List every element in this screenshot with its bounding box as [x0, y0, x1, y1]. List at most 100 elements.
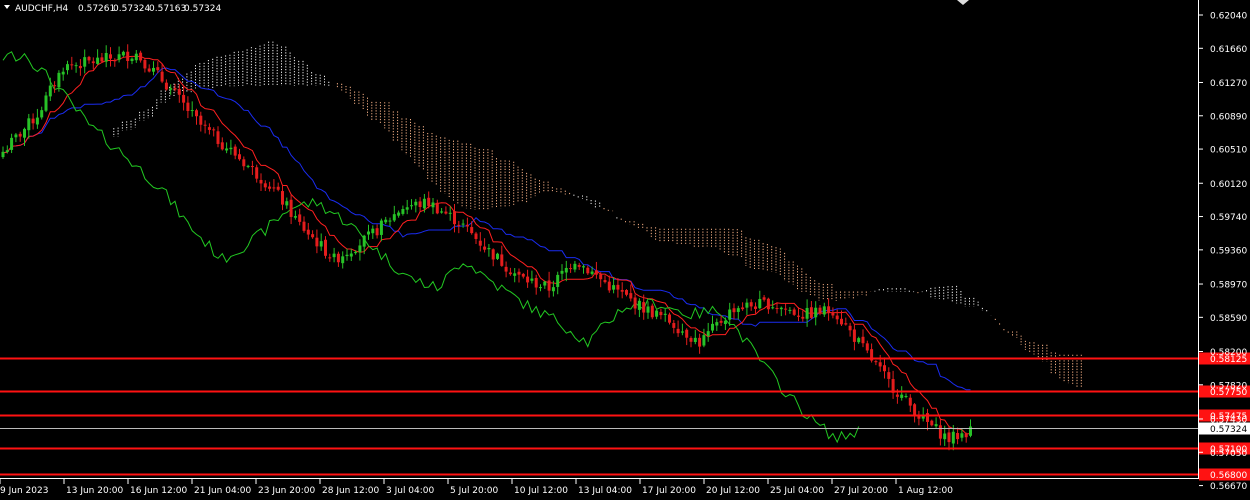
candle-body[interactable]: [607, 281, 611, 291]
candle-body[interactable]: [319, 241, 323, 247]
candle-body[interactable]: [818, 307, 822, 314]
candle-body[interactable]: [199, 115, 203, 125]
candle-body[interactable]: [680, 331, 684, 333]
candle-body[interactable]: [367, 231, 370, 235]
candle-body[interactable]: [719, 320, 723, 323]
candle-body[interactable]: [48, 85, 52, 97]
candle-body[interactable]: [461, 223, 465, 225]
candle-body[interactable]: [483, 246, 487, 250]
candle-body[interactable]: [792, 309, 796, 315]
candle-body[interactable]: [895, 394, 899, 397]
candle-body[interactable]: [947, 432, 951, 443]
candle-body[interactable]: [659, 311, 663, 316]
candle-body[interactable]: [582, 266, 585, 268]
candle-body[interactable]: [397, 212, 401, 216]
candle-body[interactable]: [212, 129, 216, 131]
candle-body[interactable]: [715, 322, 719, 326]
candle-body[interactable]: [805, 307, 809, 319]
candle-body[interactable]: [5, 150, 9, 153]
candle-body[interactable]: [943, 433, 947, 440]
candle-body[interactable]: [586, 267, 590, 274]
candle-body[interactable]: [306, 229, 310, 235]
candle-body[interactable]: [225, 148, 229, 151]
candle-body[interactable]: [362, 235, 366, 247]
candle-body[interactable]: [74, 65, 78, 67]
candle-body[interactable]: [573, 263, 577, 270]
candle-body[interactable]: [117, 54, 121, 60]
candle-body[interactable]: [431, 202, 435, 208]
symbol-timeframe[interactable]: AUDCHF,H4: [15, 4, 69, 14]
candle-body[interactable]: [328, 257, 332, 259]
candle-body[interactable]: [255, 167, 259, 179]
candle-body[interactable]: [422, 198, 426, 209]
candle-body[interactable]: [216, 131, 220, 144]
candle-body[interactable]: [577, 265, 581, 267]
candle-body[interactable]: [293, 216, 297, 218]
candle-body[interactable]: [182, 94, 186, 103]
candle-body[interactable]: [418, 201, 422, 207]
candle-body[interactable]: [612, 285, 616, 290]
candle-body[interactable]: [646, 306, 650, 313]
candle-body[interactable]: [302, 221, 306, 231]
candle-body[interactable]: [388, 220, 392, 222]
candle-body[interactable]: [1, 151, 5, 158]
candle-body[interactable]: [311, 234, 315, 238]
candle-body[interactable]: [134, 53, 138, 61]
candle-body[interactable]: [956, 433, 960, 440]
candle-body[interactable]: [758, 298, 762, 309]
candle-body[interactable]: [61, 71, 65, 75]
candle-body[interactable]: [534, 277, 538, 288]
candle-body[interactable]: [78, 65, 82, 69]
candle-body[interactable]: [861, 336, 865, 344]
price-chart[interactable]: 0.581250.577500.574750.571000.568000.573…: [0, 0, 1250, 500]
candle-body[interactable]: [508, 272, 512, 275]
candle-body[interactable]: [160, 71, 164, 82]
candle-body[interactable]: [186, 102, 190, 112]
candle-body[interactable]: [435, 202, 439, 214]
candle-body[interactable]: [594, 270, 598, 275]
candle-body[interactable]: [379, 220, 383, 235]
candle-body[interactable]: [878, 362, 882, 367]
candle-body[interactable]: [543, 281, 547, 286]
candle-body[interactable]: [960, 433, 964, 438]
candle-body[interactable]: [938, 425, 942, 439]
candle-body[interactable]: [702, 335, 706, 346]
candle-body[interactable]: [332, 253, 336, 258]
candle-body[interactable]: [831, 312, 835, 316]
candle-body[interactable]: [474, 233, 478, 239]
candle-body[interactable]: [371, 228, 375, 234]
candle-body[interactable]: [324, 239, 327, 256]
candle-body[interactable]: [156, 67, 160, 71]
candle-body[interactable]: [18, 133, 22, 137]
candle-body[interactable]: [100, 57, 104, 62]
candle-body[interactable]: [668, 314, 671, 323]
candle-body[interactable]: [10, 137, 14, 150]
candle-body[interactable]: [23, 128, 26, 138]
candle-body[interactable]: [822, 306, 826, 315]
candle-body[interactable]: [14, 134, 18, 138]
candle-body[interactable]: [349, 253, 353, 257]
candle-body[interactable]: [513, 273, 517, 276]
candle-body[interactable]: [904, 396, 908, 398]
candle-body[interactable]: [315, 237, 319, 247]
candle-body[interactable]: [246, 165, 250, 167]
candle-body[interactable]: [298, 214, 302, 222]
candle-body[interactable]: [749, 302, 753, 307]
candle-body[interactable]: [57, 72, 61, 88]
candle-body[interactable]: [152, 67, 155, 72]
candle-body[interactable]: [560, 270, 564, 274]
candle-body[interactable]: [784, 308, 788, 310]
candle-body[interactable]: [814, 307, 818, 318]
candle-body[interactable]: [121, 51, 125, 56]
candle-body[interactable]: [354, 251, 358, 254]
candle-body[interactable]: [375, 228, 379, 236]
candle-body[interactable]: [83, 57, 87, 67]
candle-body[interactable]: [706, 331, 710, 336]
candle-body[interactable]: [427, 197, 431, 206]
candle-body[interactable]: [745, 302, 749, 308]
candle-body[interactable]: [603, 280, 607, 283]
candle-body[interactable]: [104, 52, 108, 62]
candle-body[interactable]: [539, 287, 542, 289]
candle-body[interactable]: [272, 187, 276, 189]
candle-body[interactable]: [96, 57, 100, 64]
